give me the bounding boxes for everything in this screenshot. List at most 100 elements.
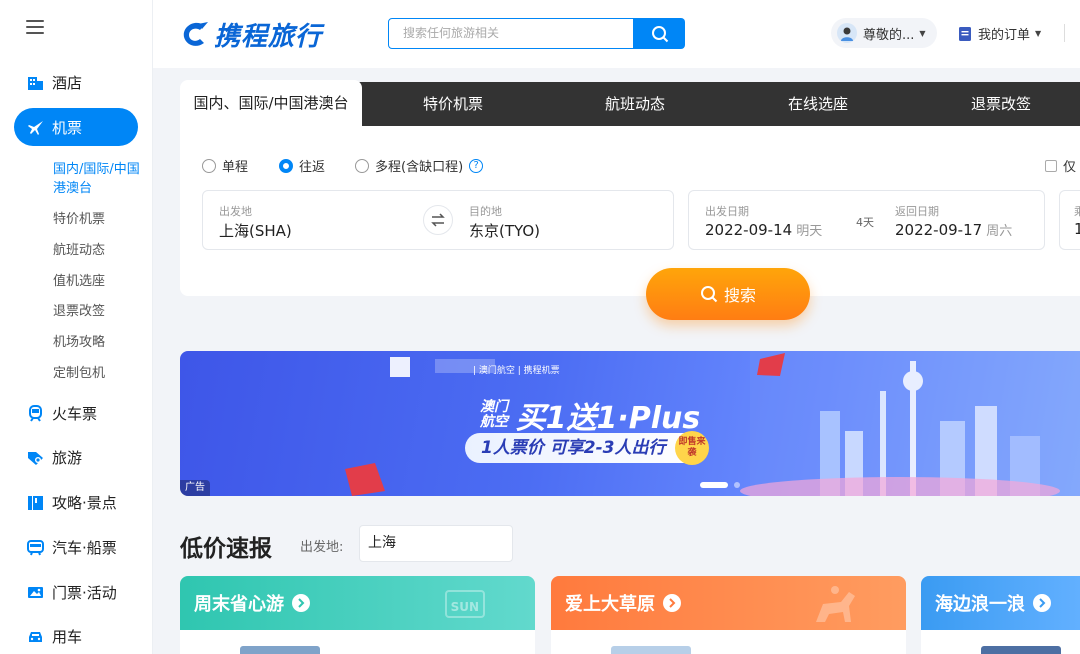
sidebar-item-guide[interactable]: 攻略·景点 — [14, 483, 138, 521]
sidebar-item-travel[interactable]: 旅游 — [14, 438, 138, 476]
passenger-field[interactable]: 乘 1 — [1059, 190, 1080, 250]
return-date[interactable]: 2022-09-17 周六 — [895, 220, 1012, 239]
chevron-down-icon: ▼ — [1035, 29, 1042, 38]
carousel-dot[interactable] — [734, 482, 740, 488]
from-value[interactable]: 上海(SHA) — [219, 220, 292, 241]
sub-item-intl[interactable]: 国内/国际/中国港澳台 — [53, 160, 143, 198]
my-orders-menu[interactable]: 我的订单 ▼ — [958, 24, 1041, 43]
trip-label: 往返 — [299, 160, 326, 175]
sidebar-item-label: 汽车·船票 — [52, 538, 117, 557]
plane-icon — [26, 118, 44, 136]
only-checkbox[interactable] — [1045, 159, 1057, 172]
chevron-down-icon: ▼ — [919, 28, 926, 38]
sidebar-item-bus[interactable]: 汽车·船票 — [14, 528, 138, 566]
chevron-right-icon — [1033, 594, 1051, 612]
banner-headline: 澳门航空 买1送1·Plus — [480, 393, 700, 437]
to-label: 目的地 — [469, 205, 502, 218]
sidebar-item-car[interactable]: 用车 — [14, 617, 138, 654]
deal-card-title: 周末省心游 — [194, 594, 284, 615]
radio-round-trip[interactable] — [279, 158, 293, 173]
trip-label: 单程 — [222, 160, 249, 175]
carousel-dot[interactable] — [700, 482, 728, 488]
tab-refund-change[interactable]: 退票改签 — [910, 82, 1080, 126]
train-icon — [26, 404, 44, 422]
trip-round[interactable]: 往返 — [279, 156, 325, 175]
search-icon — [700, 286, 718, 303]
passenger-label: 乘 — [1074, 205, 1080, 218]
divider — [1064, 24, 1065, 42]
sub-item-special[interactable]: 特价机票 — [53, 210, 143, 229]
sub-item-refund[interactable]: 退票改签 — [53, 302, 143, 321]
to-value[interactable]: 东京(TYO) — [469, 220, 540, 241]
global-search-input[interactable]: 搜索任何旅游相关 — [388, 18, 634, 49]
partner-text: | 澳门航空 | 携程机票 — [473, 366, 560, 376]
help-icon[interactable]: ? — [469, 158, 484, 173]
tab-flight-status[interactable]: 航班动态 — [544, 82, 726, 126]
depart-label: 出发日期 — [705, 205, 749, 218]
sidebar-item-label: 酒店 — [52, 73, 83, 92]
sidebar-item-label: 火车票 — [52, 404, 98, 423]
origin-input[interactable]: 上海 — [359, 525, 513, 562]
deal-card-title: 海边浪一浪 — [935, 594, 1025, 615]
radio-multi[interactable] — [355, 158, 369, 173]
deal-card-weekend[interactable]: 周末省心游 SUN — [180, 576, 535, 654]
menu-icon[interactable] — [26, 20, 44, 34]
deal-card-title: 爱上大草原 — [565, 594, 655, 615]
flight-tabs: 国内、国际/中国港澳台 特价机票 航班动态 在线选座 退票改签 — [180, 80, 1080, 126]
sidebar-item-hotel[interactable]: 酒店 — [14, 63, 138, 101]
sidebar-item-label: 用车 — [52, 627, 83, 646]
tab-seat-selection[interactable]: 在线选座 — [726, 82, 910, 126]
brand-logo[interactable]: 携程旅行 — [180, 16, 322, 53]
sidebar-item-tickets[interactable]: 门票·活动 — [14, 573, 138, 611]
search-flights-button[interactable]: 搜索 — [646, 268, 810, 320]
deal-card-grassland[interactable]: 爱上大草原 — [551, 576, 906, 654]
swap-cities-button[interactable] — [423, 205, 453, 235]
deal-card-body — [551, 630, 906, 654]
sidebar-item-label: 门票·活动 — [52, 583, 117, 602]
ticket-icon — [26, 583, 44, 601]
sub-item-checkin[interactable]: 值机选座 — [53, 272, 143, 291]
trip-one-way[interactable]: 单程 — [202, 156, 248, 175]
deal-card-body — [180, 630, 535, 654]
travel-icon — [26, 448, 44, 466]
return-label: 返回日期 — [895, 205, 939, 218]
only-label: 仅 — [1063, 160, 1077, 175]
banner-partner-logos: | 澳门航空 | 携程机票 — [385, 363, 560, 376]
deals-title: 低价速报 — [180, 536, 272, 562]
order-icon — [959, 26, 971, 41]
return-weekday: 周六 — [986, 224, 1013, 239]
banner-offer: 买1送1·Plus — [515, 401, 701, 436]
only-direct-option[interactable]: 仅 — [1045, 156, 1076, 175]
flight-search-card: 单程 往返 多程(含缺口程) ? 仅 出发地 上海(SHA) 目的地 东京(TY… — [180, 126, 1080, 296]
origin-label: 出发地: — [300, 540, 344, 555]
deal-card-header: 爱上大草原 — [551, 576, 906, 630]
sub-item-status[interactable]: 航班动态 — [53, 241, 143, 260]
tab-domestic-intl[interactable]: 国内、国际/中国港澳台 — [180, 80, 362, 126]
depart-weekday: 明天 — [796, 224, 823, 239]
sidebar-item-train[interactable]: 火车票 — [14, 394, 138, 432]
promo-banner[interactable]: | 澳门航空 | 携程机票 澳门航空 买1送1·Plus 1人票价 可享2-3人… — [180, 351, 1080, 496]
deal-thumbnail — [981, 646, 1061, 654]
ad-tag: 广告 — [180, 480, 210, 496]
trip-multi[interactable]: 多程(含缺口程) ? — [355, 156, 484, 175]
user-menu[interactable]: 尊敬的... ▼ — [831, 18, 937, 48]
sidebar-item-flights[interactable]: 机票 — [14, 108, 138, 146]
sidebar-item-label: 旅游 — [52, 448, 83, 467]
tab-special-fares[interactable]: 特价机票 — [362, 82, 544, 126]
global-search-button[interactable] — [634, 18, 685, 49]
calendar-watermark-icon: SUN — [444, 590, 485, 618]
deal-card-beach[interactable]: 海边浪一浪 — [921, 576, 1080, 654]
passenger-value: 1 — [1074, 220, 1080, 238]
depart-date-value: 2022-09-14 — [705, 221, 793, 239]
chevron-right-icon — [292, 594, 310, 612]
radio-one-way[interactable] — [202, 158, 216, 173]
sub-item-charter[interactable]: 定制包机 — [53, 364, 143, 383]
sub-item-airport[interactable]: 机场攻略 — [53, 333, 143, 352]
return-date-value: 2022-09-17 — [895, 221, 983, 239]
depart-date[interactable]: 2022-09-14 明天 — [705, 220, 822, 239]
from-label: 出发地 — [219, 205, 252, 218]
orders-label: 我的订单 — [978, 28, 1031, 43]
deal-thumbnail — [240, 646, 320, 654]
top-header: 携程旅行 搜索任何旅游相关 尊敬的... ▼ 我的订单 ▼ — [153, 0, 1080, 68]
sidebar: 酒店 机票 国内/国际/中国港澳台 特价机票 航班动态 值机选座 退票改签 机场… — [0, 0, 153, 654]
